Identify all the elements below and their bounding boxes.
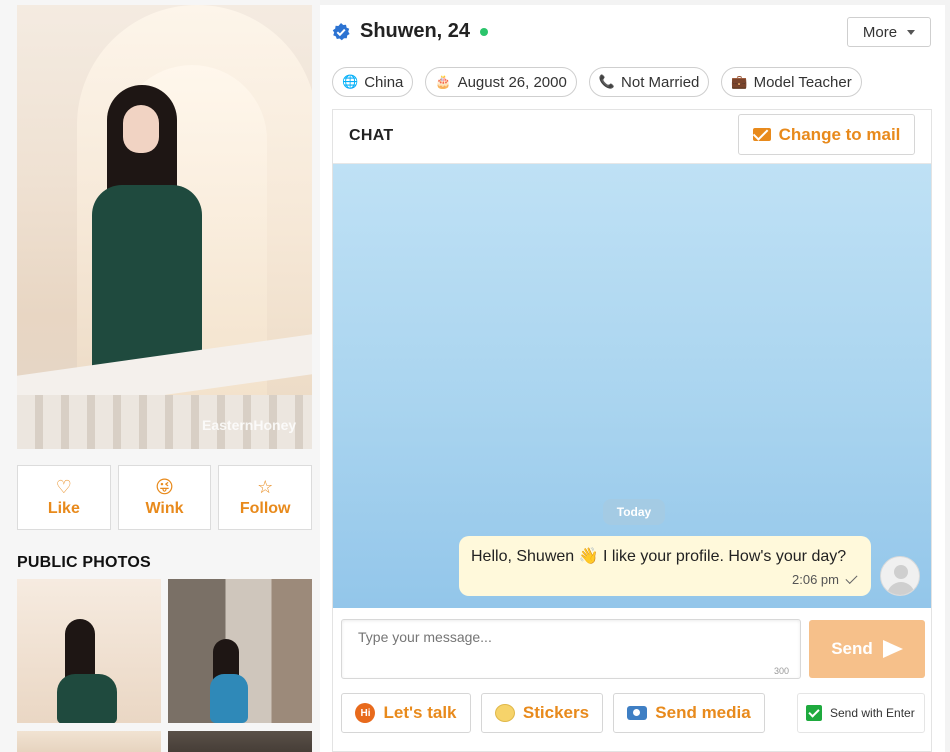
send-with-enter-toggle[interactable]: Send with Enter	[797, 693, 925, 733]
date-separator: Today	[603, 499, 665, 525]
public-photo-thumb[interactable]	[17, 731, 161, 752]
chat-panel: CHAT Change to mail Today Hello, Shuwen …	[332, 109, 932, 752]
send-media-button[interactable]: Send media	[613, 693, 765, 733]
star-icon: ☆	[257, 476, 274, 497]
sent-check-icon	[845, 571, 858, 585]
wink-button[interactable]: 😜 Wink	[117, 465, 212, 530]
left-column: EasternHoney ♡ Like 😜 Wink ☆ Follow PUBL…	[0, 0, 320, 752]
detail-label: Not Married	[621, 73, 700, 91]
online-status-dot	[480, 28, 488, 36]
main-profile-photo[interactable]: EasternHoney	[17, 5, 312, 449]
stickers-label: Stickers	[522, 703, 590, 722]
sticker-icon	[494, 704, 515, 722]
send-button[interactable]: Send	[809, 620, 925, 678]
detail-label: August 26, 2000	[457, 73, 567, 91]
change-to-mail-label: Change to mail	[778, 124, 901, 144]
sender-avatar	[880, 556, 920, 596]
photo-dress	[92, 185, 202, 375]
detail-occupation: 💼 Model Teacher	[721, 67, 862, 97]
message-meta: 2:06 pm	[792, 571, 858, 587]
avatar-body-icon	[887, 582, 915, 595]
lets-talk-label: Let's talk	[383, 703, 457, 722]
detail-marital-status: 📞 Not Married	[588, 67, 710, 97]
message-text: Hello, Shuwen 👋 I like your profile. How…	[471, 548, 847, 565]
detail-label: China	[364, 73, 404, 91]
lets-talk-button[interactable]: Hi Let's talk	[341, 693, 471, 733]
detail-country: 🌐 China	[332, 67, 414, 97]
public-photo-thumb[interactable]	[17, 579, 161, 723]
hi-bubble-icon: Hi	[355, 703, 376, 723]
like-button[interactable]: ♡ Like	[17, 465, 111, 530]
more-dropdown[interactable]: More	[847, 17, 931, 47]
send-media-label: Send media	[655, 703, 751, 722]
message-bubble: Hello, Shuwen 👋 I like your profile. How…	[459, 536, 871, 596]
cake-icon: 🎂	[435, 74, 452, 89]
chat-header: CHAT Change to mail	[333, 110, 931, 164]
profile-actions: ♡ Like 😜 Wink ☆ Follow	[17, 465, 313, 530]
wink-label: Wink	[145, 499, 184, 517]
briefcase-icon: 💼	[731, 74, 748, 89]
caret-down-icon	[907, 29, 916, 35]
phone-icon: 📞	[598, 74, 616, 89]
like-label: Like	[47, 499, 80, 517]
thumb-dress	[57, 674, 117, 723]
profile-details: 🌐 China 🎂 August 26, 2000 📞 Not Married …	[332, 67, 862, 97]
change-to-mail-button[interactable]: Change to mail	[738, 114, 915, 155]
send-label: Send	[831, 639, 873, 658]
verified-badge-icon	[332, 23, 350, 41]
composer-tools: Hi Let's talk Stickers Send media	[341, 693, 765, 733]
wink-emoji-icon: 😜	[155, 476, 174, 497]
send-arrow-icon	[882, 640, 903, 658]
chat-title: CHAT	[349, 127, 394, 144]
follow-label: Follow	[239, 499, 291, 517]
message-time: 2:06 pm	[792, 572, 839, 587]
checkbox-checked-icon[interactable]	[806, 705, 822, 721]
avatar-head-icon	[894, 565, 908, 579]
profile-name: Shuwen, 24	[360, 20, 471, 42]
envelope-icon	[752, 128, 771, 141]
camera-icon	[627, 706, 648, 720]
globe-icon: 🌐	[342, 74, 359, 89]
message-input[interactable]	[341, 619, 801, 679]
heart-icon: ♡	[55, 476, 72, 497]
detail-label: Model Teacher	[753, 73, 852, 91]
public-photo-thumb[interactable]	[168, 731, 312, 752]
message-composer: 300 Send Hi Let's talk Stickers Send med…	[333, 608, 931, 751]
photo-watermark: EasternHoney	[202, 417, 297, 433]
thumb-top	[210, 674, 248, 723]
detail-birthday: 🎂 August 26, 2000	[425, 67, 577, 97]
profile-panel: Shuwen, 24 More 🌐 China 🎂 August 26, 200…	[320, 5, 945, 752]
public-photo-thumb[interactable]	[168, 579, 312, 723]
follow-button[interactable]: ☆ Follow	[218, 465, 313, 530]
public-photos-title: PUBLIC PHOTOS	[17, 554, 151, 571]
send-with-enter-label: Send with Enter	[830, 706, 915, 720]
more-label: More	[862, 23, 898, 41]
character-counter: 300	[774, 666, 790, 676]
photo-face	[123, 105, 159, 153]
stickers-button[interactable]: Stickers	[481, 693, 603, 733]
chat-messages-area[interactable]: Today Hello, Shuwen 👋 I like your profil…	[333, 164, 931, 608]
